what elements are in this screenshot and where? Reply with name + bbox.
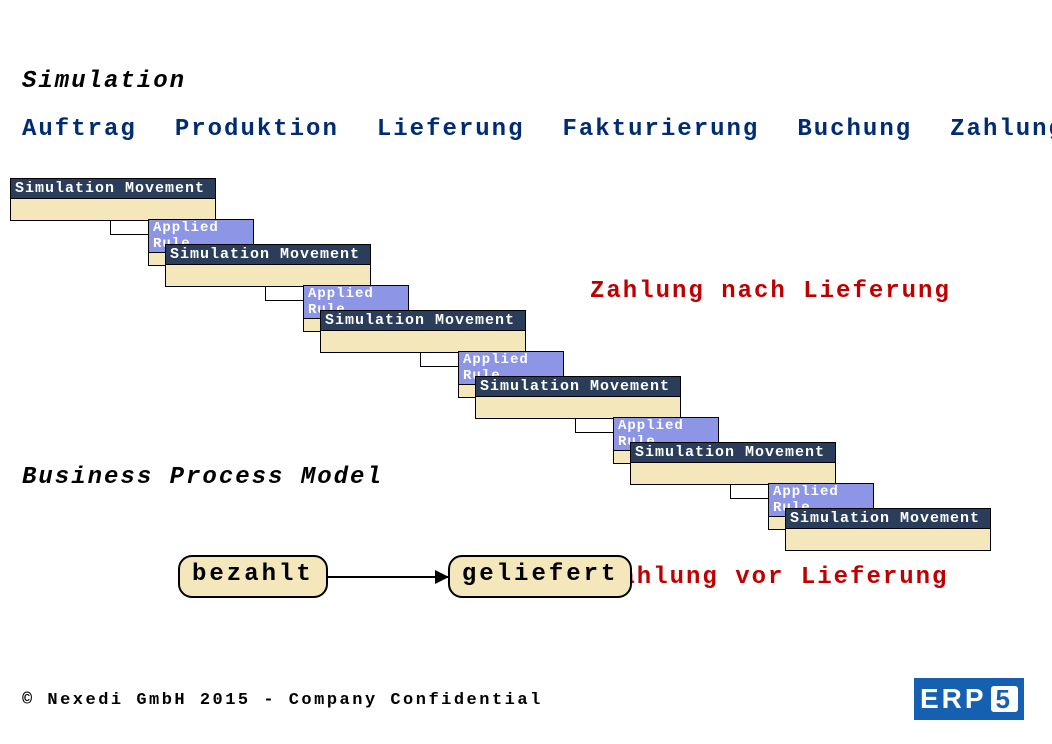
phase-fakturierung: Fakturierung (562, 116, 759, 143)
sim-box-header: Simulation Movement (785, 508, 991, 528)
simulation-movement-box: Simulation Movement (165, 244, 371, 287)
arrow-icon (328, 576, 448, 578)
phase-auftrag: Auftrag (22, 116, 137, 143)
simulation-movement-box: Simulation Movement (630, 442, 836, 485)
phase-zahlung: Zahlung (950, 116, 1052, 143)
footer-copyright: © Nexedi GmbH 2015 - Company Confidentia… (22, 691, 543, 710)
bpm-node-bezahlt: bezahlt (178, 555, 328, 598)
phase-buchung: Buchung (797, 116, 912, 143)
sim-box-body (165, 264, 371, 287)
sim-box-body (785, 528, 991, 551)
sim-box-body (475, 396, 681, 419)
simulation-movement-box: Simulation Movement (10, 178, 216, 221)
erp5-logo: ERP5 (914, 678, 1024, 720)
simulation-cascade: Simulation Movement Applied Rule Simulat… (10, 178, 1030, 548)
sim-box-header: Simulation Movement (475, 376, 681, 396)
logo-text: ERP (920, 683, 987, 715)
phase-row: Auftrag Produktion Lieferung Fakturierun… (22, 116, 1052, 143)
sim-box-body (630, 462, 836, 485)
sim-box-header: Simulation Movement (630, 442, 836, 462)
label-payment-after-delivery: Zahlung nach Lieferung (590, 278, 951, 305)
sim-box-header: Simulation Movement (10, 178, 216, 198)
phase-lieferung: Lieferung (377, 116, 525, 143)
label-payment-before-delivery: Zahlung vor Lieferung (604, 564, 948, 591)
sim-box-header: Simulation Movement (320, 310, 526, 330)
simulation-movement-box: Simulation Movement (475, 376, 681, 419)
bpm-node-geliefert: geliefert (448, 555, 633, 598)
logo-number: 5 (991, 686, 1018, 712)
bpm-flow: bezahlt geliefert (178, 555, 632, 598)
sim-box-header: Simulation Movement (165, 244, 371, 264)
simulation-movement-box: Simulation Movement (785, 508, 991, 551)
sim-box-body (320, 330, 526, 353)
phase-produktion: Produktion (175, 116, 339, 143)
section-title-simulation: Simulation (22, 68, 186, 95)
simulation-movement-box: Simulation Movement (320, 310, 526, 353)
sim-box-body (10, 198, 216, 221)
